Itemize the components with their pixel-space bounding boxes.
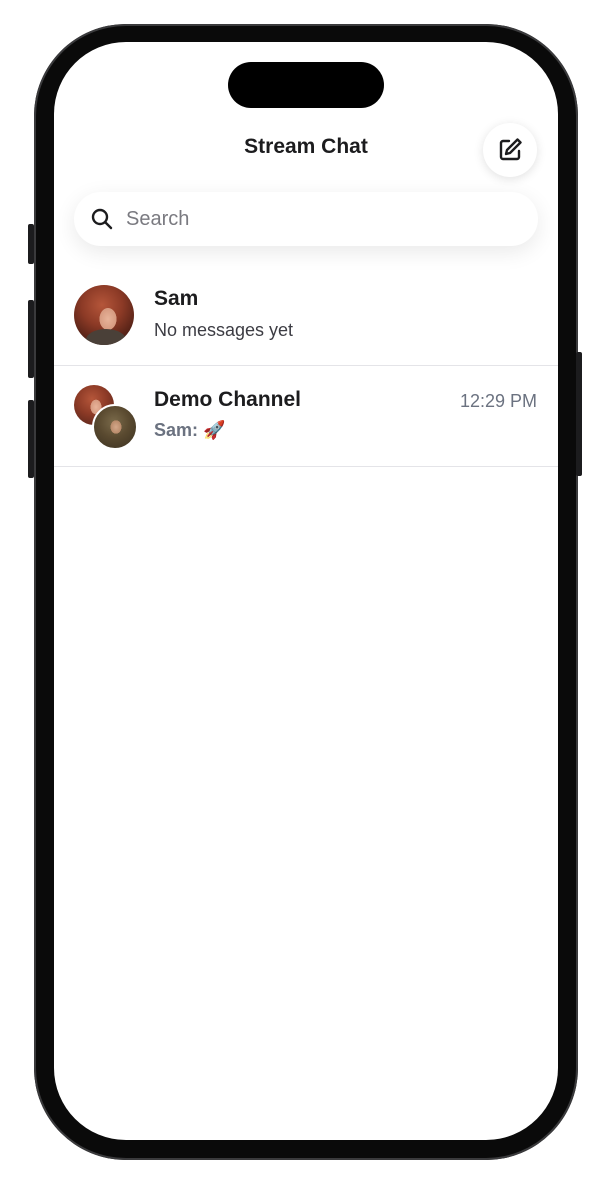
preview-message: 🚀 [203,420,226,440]
search-icon [90,207,114,231]
channel-name: Demo Channel [154,388,302,411]
search-input[interactable] [124,206,508,232]
avatar [74,285,134,345]
compose-button[interactable] [483,123,537,177]
channel-preview: Sam: 🚀 [154,420,225,441]
volume-up-button [28,300,34,378]
divider [54,466,558,467]
action-button [28,224,34,264]
dynamic-island [228,62,384,108]
channel-list-item[interactable]: Demo Channel Sam: 🚀 12:29 PM [54,366,558,466]
compose-icon [496,136,524,164]
channel-name: Sam [154,287,199,310]
app-screen: Stream Chat Sam No messages yet Demo Cha… [54,42,558,1140]
power-button [576,352,582,476]
avatar [92,404,138,450]
channel-preview: No messages yet [154,320,294,340]
channel-list-item[interactable]: Sam No messages yet [54,265,558,365]
timestamp: 12:29 PM [459,391,537,411]
volume-down-button [28,400,34,478]
preview-sender: Sam: [154,420,199,440]
search-bar[interactable] [74,192,538,246]
